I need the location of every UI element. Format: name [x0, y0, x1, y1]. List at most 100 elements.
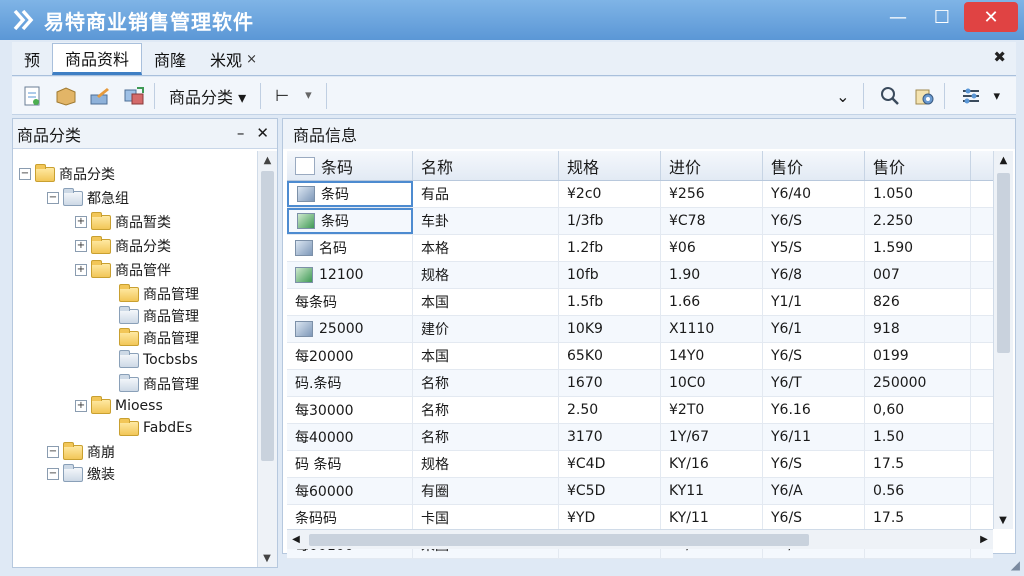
collapse-icon[interactable]: −: [19, 168, 31, 180]
grid-hscroll-thumb[interactable]: [309, 534, 809, 546]
table-cell[interactable]: 1.050: [865, 181, 971, 207]
table-row[interactable]: 码.条码 名称 1670 10C0 Y6/T 250000: [287, 370, 993, 397]
table-cell[interactable]: 918: [865, 316, 971, 342]
table-cell[interactable]: KY/11: [661, 505, 763, 531]
table-row[interactable]: 每条码 本国 1.5fb 1.66 Y1/1 826: [287, 289, 993, 316]
table-cell[interactable]: 25000: [287, 316, 413, 342]
tree-item[interactable]: + 商品管伴: [75, 259, 171, 281]
close-panel-icon[interactable]: ✕: [256, 124, 269, 142]
tree-item[interactable]: FabdEs: [103, 417, 192, 439]
minimize-button[interactable]: —: [876, 2, 920, 32]
table-cell[interactable]: 码.条码: [287, 370, 413, 396]
tree-item[interactable]: Tocbsbs: [103, 349, 198, 371]
table-cell[interactable]: 0199: [865, 343, 971, 369]
tree-item[interactable]: 商品管理: [103, 283, 199, 305]
table-cell[interactable]: Y6/S: [763, 343, 865, 369]
tree-item[interactable]: + 商品暂类: [75, 211, 171, 233]
table-cell[interactable]: 2.250: [865, 208, 971, 234]
table-cell[interactable]: Y6/8: [763, 262, 865, 288]
close-all-tabs-icon[interactable]: ✖: [993, 48, 1006, 66]
tree-item[interactable]: − 缴装: [47, 463, 115, 485]
table-cell[interactable]: Y6/1: [763, 316, 865, 342]
tree-item[interactable]: 商品管理: [103, 373, 199, 395]
table-cell[interactable]: 本格: [413, 235, 559, 261]
table-cell[interactable]: 2.50: [559, 397, 661, 423]
tree-item[interactable]: − 商品分类: [19, 163, 115, 185]
table-cell[interactable]: 每40000: [287, 424, 413, 450]
tree-item[interactable]: 商品管理: [103, 327, 199, 349]
scroll-up-icon[interactable]: ▲: [994, 151, 1013, 169]
table-cell[interactable]: 条码: [287, 208, 413, 234]
table-cell[interactable]: KY/16: [661, 451, 763, 477]
table-cell[interactable]: ¥C4D: [559, 451, 661, 477]
table-cell[interactable]: 建价: [413, 316, 559, 342]
tab-overview[interactable]: 预: [12, 43, 52, 75]
table-cell[interactable]: 码 条码: [287, 451, 413, 477]
expand-icon[interactable]: +: [75, 264, 87, 276]
close-button[interactable]: ✕: [964, 2, 1018, 32]
table-row[interactable]: 12100 规格 10fb 1.90 Y6/8 007: [287, 262, 993, 289]
table-cell[interactable]: ¥256: [661, 181, 763, 207]
table-cell[interactable]: 1.90: [661, 262, 763, 288]
table-cell[interactable]: 007: [865, 262, 971, 288]
flag-dropdown-chevron-icon[interactable]: ▾: [297, 81, 320, 111]
tab-close-icon[interactable]: ×: [246, 52, 257, 67]
table-cell[interactable]: 名称: [413, 370, 559, 396]
table-cell[interactable]: 名码: [287, 235, 413, 261]
table-row[interactable]: 名码 本格 1.2fb ¥06 Y5/S 1.590: [287, 235, 993, 262]
table-cell[interactable]: 1.2fb: [559, 235, 661, 261]
scroll-down-icon[interactable]: ▼: [258, 549, 276, 567]
table-cell[interactable]: 0.56: [865, 478, 971, 504]
table-cell[interactable]: 本国: [413, 343, 559, 369]
table-row[interactable]: 每20000 本国 65K0 14Y0 Y6/S 0199: [287, 343, 993, 370]
table-cell[interactable]: Y6/40: [763, 181, 865, 207]
table-cell[interactable]: 250000: [865, 370, 971, 396]
table-cell[interactable]: 每30000: [287, 397, 413, 423]
table-row[interactable]: 条码 有品 ¥2c0 ¥256 Y6/40 1.050: [287, 181, 993, 208]
table-cell[interactable]: 3170: [559, 424, 661, 450]
table-cell[interactable]: 14Y0: [661, 343, 763, 369]
table-cell[interactable]: KY11: [661, 478, 763, 504]
tab-shanglong[interactable]: 商隆: [142, 43, 198, 75]
category-dropdown[interactable]: 商品分类 ▾: [161, 81, 254, 111]
table-cell[interactable]: Y6/S: [763, 208, 865, 234]
table-cell[interactable]: 每条码: [287, 289, 413, 315]
table-cell[interactable]: 规格: [413, 451, 559, 477]
table-row[interactable]: 条码 车卦 1/3fb ¥C78 Y6/S 2.250: [287, 208, 993, 235]
table-cell[interactable]: ¥C5D: [559, 478, 661, 504]
collapse-icon[interactable]: −: [47, 446, 59, 458]
column-header-barcode[interactable]: 条码: [287, 151, 413, 180]
chevron-down-icon[interactable]: ⌄: [828, 81, 857, 111]
scroll-down-icon[interactable]: ▼: [994, 511, 1012, 529]
table-cell[interactable]: Y6/T: [763, 370, 865, 396]
table-cell[interactable]: 1670: [559, 370, 661, 396]
scroll-left-icon[interactable]: ◀: [287, 534, 305, 545]
table-cell[interactable]: 本国: [413, 289, 559, 315]
table-cell[interactable]: 名称: [413, 424, 559, 450]
table-cell[interactable]: 10K9: [559, 316, 661, 342]
column-header-price[interactable]: 售价: [763, 151, 865, 180]
expand-icon[interactable]: +: [75, 400, 87, 412]
table-cell[interactable]: 每20000: [287, 343, 413, 369]
table-cell[interactable]: 0,60: [865, 397, 971, 423]
table-row[interactable]: 条码码 卡国 ¥YD KY/11 Y6/S 17.5: [287, 505, 993, 532]
table-row[interactable]: 码 条码 规格 ¥C4D KY/16 Y6/S 17.5: [287, 451, 993, 478]
transfer-icon[interactable]: [120, 82, 148, 110]
new-doc-icon[interactable]: [18, 82, 46, 110]
table-cell[interactable]: 17.5: [865, 505, 971, 531]
pencil-icon[interactable]: [86, 82, 114, 110]
tree-scrollbar[interactable]: ▲ ▼: [257, 151, 277, 567]
table-cell[interactable]: ¥YD: [559, 505, 661, 531]
table-cell[interactable]: 卡国: [413, 505, 559, 531]
scroll-up-icon[interactable]: ▲: [258, 151, 277, 169]
tree-item[interactable]: + 商品分类: [75, 235, 171, 257]
tree-item[interactable]: − 都急组: [47, 187, 129, 209]
column-header-price-2[interactable]: 售价: [865, 151, 971, 180]
table-cell[interactable]: 有圈: [413, 478, 559, 504]
grid-horizontal-scrollbar[interactable]: ◀ ▶: [287, 529, 993, 549]
table-cell[interactable]: 1.66: [661, 289, 763, 315]
table-cell[interactable]: 条码: [287, 181, 413, 207]
table-cell[interactable]: 12100: [287, 262, 413, 288]
table-cell[interactable]: Y6.16: [763, 397, 865, 423]
table-cell[interactable]: Y5/S: [763, 235, 865, 261]
